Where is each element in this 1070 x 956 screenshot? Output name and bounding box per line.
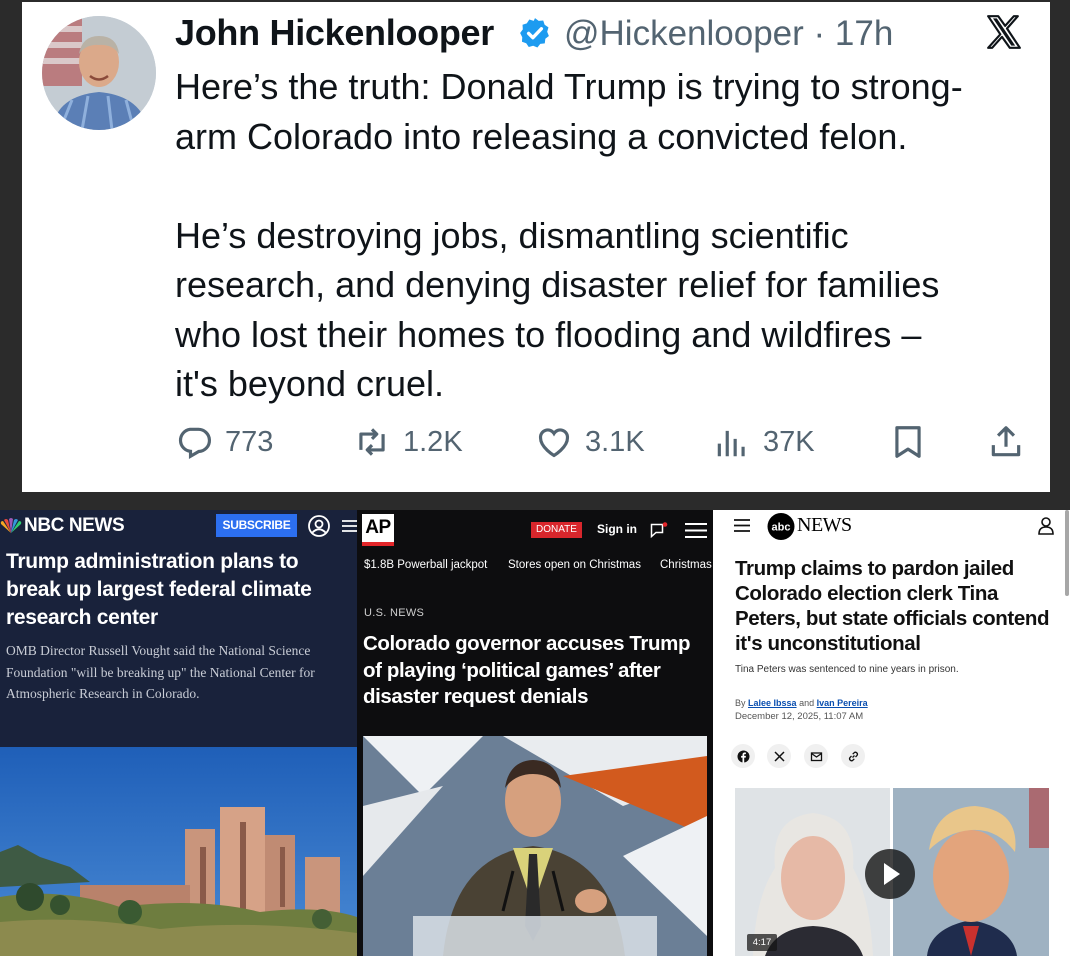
- nbc-dek: OMB Director Russell Vought said the Nat…: [6, 643, 315, 701]
- facebook-icon: [737, 750, 749, 762]
- share-x-button[interactable]: [767, 744, 791, 768]
- link-icon: [848, 751, 858, 761]
- byline-prefix: By: [735, 698, 746, 708]
- repost-icon: [359, 428, 385, 456]
- account-icon[interactable]: [1037, 516, 1055, 535]
- subscribe-button[interactable]: SUBSCRIBE: [216, 514, 297, 537]
- byline: By Lalee Ibssa and Ivan Pereira: [735, 698, 868, 708]
- abc-logo-icon[interactable]: abc: [765, 513, 797, 540]
- tweet-paragraph: He’s destroying jobs, dismantling scient…: [175, 214, 940, 405]
- share-email-button[interactable]: [804, 744, 828, 768]
- menu-icon[interactable]: [340, 516, 357, 536]
- like-button[interactable]: 3.1K: [535, 420, 645, 464]
- abc-news-panel: abc NEWS Trump claims to pardon jailed C…: [713, 510, 1070, 956]
- reply-button[interactable]: 773: [175, 420, 273, 464]
- email-icon: [810, 751, 822, 761]
- section-kicker[interactable]: U.S. NEWS: [364, 607, 424, 619]
- tweet-card: John Hickenlooper @Hickenlooper · 17h He…: [22, 2, 1050, 492]
- trending-link[interactable]: Stores open on Christmas: [508, 559, 641, 571]
- abc-headline[interactable]: Trump claims to pardon jailed Colorado e…: [735, 556, 1055, 656]
- publish-date: December 12, 2025, 11:07 AM: [735, 711, 864, 722]
- account-icon[interactable]: [307, 514, 331, 538]
- trending-bar: $1.8B Powerball jackpot Stores open on C…: [357, 559, 713, 579]
- abc-dek: Tina Peters was sentenced to nine years …: [735, 664, 959, 675]
- ap-news-panel: AP DONATE Sign in $1.8B Powerball jackpo…: [357, 510, 713, 956]
- x-icon: [773, 750, 785, 762]
- verified-badge-icon: [520, 18, 549, 48]
- bookmark-button[interactable]: [889, 420, 927, 464]
- copy-link-button[interactable]: [841, 744, 865, 768]
- sign-in-link[interactable]: Sign in: [597, 522, 637, 536]
- author-avatar[interactable]: [42, 16, 156, 130]
- abc-brand[interactable]: NEWS: [797, 514, 852, 537]
- tweet-paragraph: Here’s the truth: Donald Trump is trying…: [175, 66, 963, 157]
- ap-headline[interactable]: Colorado governor accuses Trump of playi…: [363, 631, 711, 711]
- reply-count: 773: [225, 425, 274, 458]
- like-count: 3.1K: [585, 425, 645, 458]
- views-button[interactable]: 37K: [713, 420, 815, 464]
- byline-and: and: [799, 698, 815, 708]
- trending-link[interactable]: $1.8B Powerball jackpot: [364, 559, 487, 571]
- author-link[interactable]: Ivan Pereira: [817, 698, 868, 708]
- share-icon: [991, 426, 1021, 457]
- views-icon: [717, 430, 745, 457]
- video-duration: 4:17: [747, 934, 777, 951]
- menu-icon[interactable]: [684, 521, 708, 540]
- nbc-news-panel: NBC NEWS SUBSCRIBE Trump administration …: [0, 510, 357, 956]
- svg-text:abc: abc: [772, 522, 791, 534]
- tweet-actions: 773 1.2K 3.1K 37K: [175, 420, 1035, 464]
- like-icon: [538, 428, 570, 458]
- author-name[interactable]: John Hickenlooper: [175, 12, 494, 54]
- trending-link[interactable]: Christmas: [660, 559, 712, 571]
- scrollbar[interactable]: [1065, 510, 1069, 596]
- governor-podium-photo: [363, 736, 707, 956]
- nbc-peacock-logo-icon: [0, 518, 22, 533]
- share-facebook-button[interactable]: [731, 744, 755, 768]
- ncar-building-photo: [0, 747, 357, 956]
- feedback-icon[interactable]: [650, 522, 668, 538]
- reply-icon: [178, 427, 211, 459]
- author-handle-time[interactable]: @Hickenlooper · 17h: [564, 14, 893, 54]
- author-link[interactable]: Lalee Ibssa: [748, 698, 797, 708]
- nbc-headline[interactable]: Trump administration plans to break up l…: [6, 548, 351, 632]
- x-logo-icon[interactable]: [984, 12, 1024, 52]
- view-count: 37K: [763, 425, 815, 458]
- video-thumbnail[interactable]: [735, 788, 1049, 956]
- donate-button[interactable]: DONATE: [531, 522, 582, 538]
- ap-logo-text: AP: [365, 517, 391, 538]
- share-button[interactable]: [987, 420, 1025, 464]
- repost-count: 1.2K: [403, 425, 463, 458]
- ap-logo[interactable]: AP: [362, 514, 394, 546]
- menu-icon[interactable]: [733, 518, 751, 533]
- tweet-text: Here’s the truth: Donald Trump is trying…: [175, 62, 1035, 409]
- nbc-brand[interactable]: NBC NEWS: [24, 515, 125, 537]
- nbc-header: NBC NEWS SUBSCRIBE: [0, 510, 357, 542]
- repost-button[interactable]: 1.2K: [353, 420, 463, 464]
- bookmark-icon: [895, 426, 921, 458]
